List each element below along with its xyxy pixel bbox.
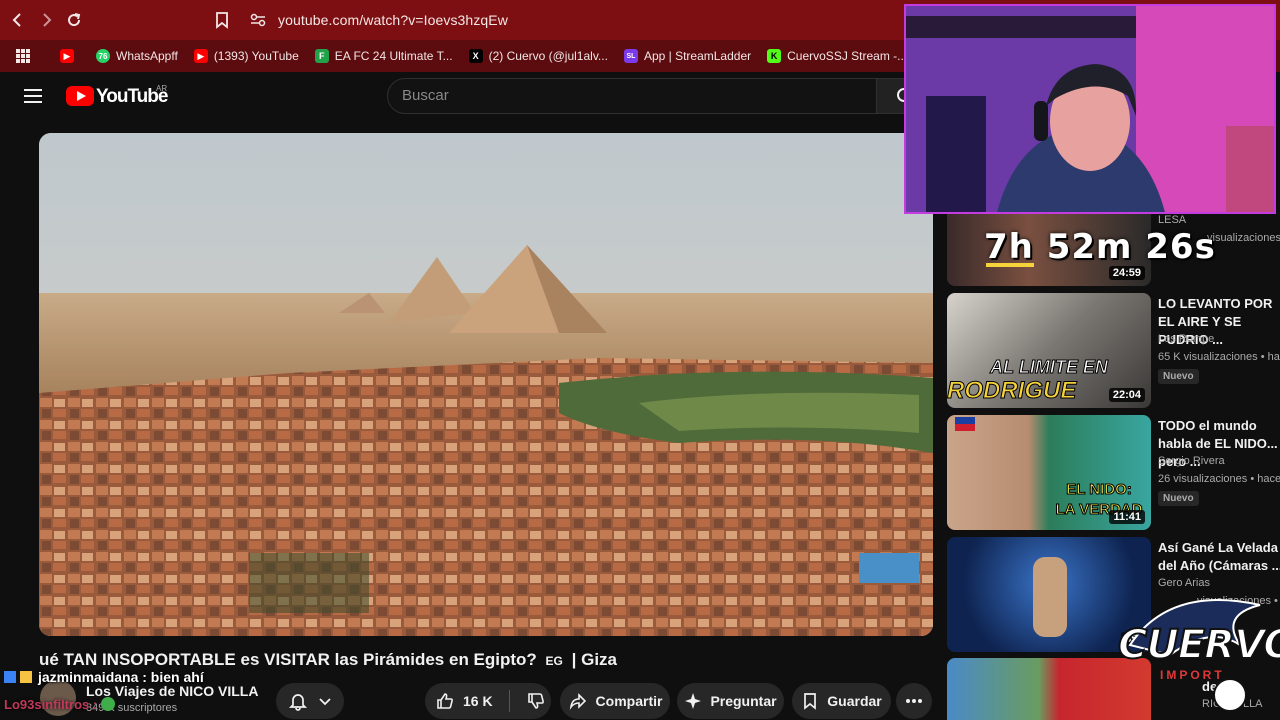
more-horizontal-icon (906, 699, 922, 703)
save-button[interactable]: Guardar (792, 683, 891, 719)
share-button[interactable]: Compartir (560, 683, 670, 719)
brand-subtitle: IMPORT (1160, 668, 1225, 682)
bookmark-youtube[interactable]: ▶ (52, 44, 88, 68)
recommendation-item[interactable]: EL NIDO: LA VERDAD 11:41 TODO el mundo h… (947, 415, 1280, 531)
video-title-text: ué TAN INSOPORTABLE es VISITAR las Pirám… (39, 650, 537, 669)
youtube-icon: ▶ (60, 49, 74, 63)
bookmark-label: (2) Cuervo (@jul1alv... (488, 49, 608, 63)
country-code: AR (156, 84, 168, 93)
more-actions-button[interactable] (896, 683, 932, 719)
x-icon: X (468, 49, 483, 63)
video-duration: 22:04 (1108, 388, 1145, 402)
view-count: visualizaciones • h (1207, 232, 1280, 244)
video-title: ué TAN INSOPORTABLE es VISITAR las Pirám… (39, 650, 617, 670)
notifications-button[interactable] (276, 683, 344, 719)
video-title-suffix: | Giza (571, 650, 618, 669)
bookmark-streamladder[interactable]: SL App | StreamLadder (616, 44, 759, 68)
video-thumbnail[interactable]: AL LIMITE EN RODRIGUE 22:04 (947, 293, 1151, 408)
bookmark-label: (1393) YouTube (213, 49, 299, 63)
reload-icon[interactable] (64, 10, 84, 30)
philippines-flag-icon (955, 417, 975, 431)
video-frame-image (39, 133, 933, 636)
chat-badge-icon (20, 671, 32, 683)
video-player[interactable] (39, 133, 933, 636)
chat-badge-icon (4, 671, 16, 683)
streamladder-icon: SL (623, 49, 638, 63)
timer-progress (986, 263, 1034, 267)
like-count[interactable]: 16 K (463, 693, 493, 709)
thumbnail-figure (1033, 557, 1067, 637)
bookmark-x[interactable]: X (2) Cuervo (@jul1alv... (461, 44, 616, 68)
like-dislike-group: 16 K (425, 683, 551, 719)
bookmark-label: CuervoSSJ Stream -... (787, 49, 908, 63)
chat-text: jazminmaidana : bien ahí (38, 669, 204, 685)
channel-name[interactable]: Los Rompe (1158, 333, 1214, 345)
flag-label: EG (545, 654, 563, 668)
youtube-header: YouTube AR Buscar (0, 72, 960, 122)
view-count: 26 visualizaciones • hace (1158, 473, 1280, 485)
brand-name: CUERVO (1117, 621, 1280, 669)
bookmark-youtube-subs[interactable]: ▶ (1393) YouTube (186, 44, 307, 68)
video-duration: 24:59 (1108, 266, 1145, 280)
apps-icon[interactable] (8, 44, 38, 68)
emote-icon (101, 697, 116, 711)
youtube-icon: ▶ (193, 49, 208, 63)
ask-label: Preguntar (710, 693, 777, 709)
bookmark-label: App | StreamLadder (643, 49, 752, 63)
new-badge: Nuevo (1158, 491, 1199, 506)
thumbs-up-icon[interactable] (435, 691, 455, 711)
chat-message: jazminmaidana : bien ahí (4, 669, 204, 685)
kick-icon: K (767, 49, 782, 63)
bookmark-kick[interactable]: K CuervoSSJ Stream -... (759, 44, 915, 68)
thumbs-down-icon[interactable] (526, 691, 546, 711)
bookmark-icon[interactable] (214, 11, 230, 29)
ask-button[interactable]: Preguntar (677, 683, 784, 719)
view-count: 65 K visualizaciones • hace (1158, 351, 1280, 363)
address-url[interactable]: youtube.com/watch?v=Ioevs3hzqEw (278, 12, 508, 28)
youtube-logo-icon[interactable] (66, 86, 94, 106)
search-input[interactable]: Buscar (387, 78, 877, 114)
channel-name[interactable]: LESA (1158, 214, 1186, 226)
bookmark-label: WhatsAppff (116, 49, 178, 63)
thumbnail-text: AL LIMITE EN (990, 357, 1109, 378)
menu-icon[interactable] (24, 89, 42, 103)
webcam-image (906, 6, 1274, 212)
bookmark-whatsapp[interactable]: 76 WhatsAppff (88, 44, 186, 68)
video-thumbnail[interactable]: EL NIDO: LA VERDAD 11:41 (947, 415, 1151, 530)
thumbnail-text: EL NIDO: (1066, 481, 1133, 499)
chevron-down-icon (319, 698, 331, 706)
new-badge: Nuevo (1158, 369, 1199, 384)
sparkle-icon (685, 693, 702, 709)
video-title[interactable]: Así Gané La Velada del Año (Cámaras ... (1158, 539, 1280, 575)
bookmark-icon (804, 693, 817, 710)
video-duration: 11:41 (1109, 510, 1145, 524)
bookmark-futbin[interactable]: F EA FC 24 Ultimate T... (307, 44, 461, 68)
save-label: Guardar (827, 693, 882, 709)
bell-icon (288, 694, 308, 711)
share-label: Compartir (595, 693, 663, 709)
webcam-overlay (904, 4, 1276, 214)
site-info-icon[interactable] (250, 13, 266, 27)
chat-message: Lo93sinfiltros : (4, 697, 116, 712)
back-icon[interactable] (8, 10, 28, 30)
stream-timer: 7h 52m 26s (984, 227, 1216, 267)
bookmark-label: EA FC 24 Ultimate T... (334, 49, 453, 63)
whatsapp-icon: 76 (96, 49, 110, 63)
divider (508, 690, 510, 712)
chat-text: Lo93sinfiltros : (4, 697, 98, 712)
futbin-icon: F (314, 49, 329, 63)
channel-name[interactable]: Sergio Rivera (1158, 455, 1225, 467)
recommendation-item[interactable]: AL LIMITE EN RODRIGUE 22:04 LO LEVANTO P… (947, 293, 1280, 409)
forward-icon[interactable] (36, 10, 56, 30)
share-icon (569, 693, 586, 710)
